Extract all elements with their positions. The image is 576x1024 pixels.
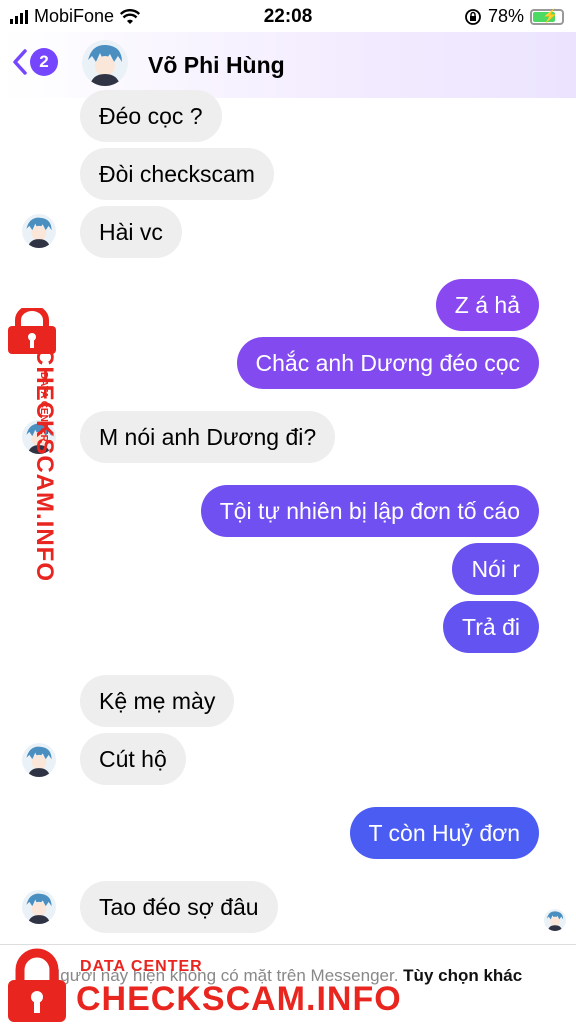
message-incoming[interactable]: Hài vc [80,206,182,258]
message-outgoing[interactable]: T còn Huỷ đơn [349,807,539,859]
battery-icon: ⚡ [530,8,564,25]
contact-name[interactable]: Võ Phi Hùng [148,52,285,79]
conversation-header: 2 Võ Phi Hùng [0,32,576,98]
footer-divider [0,944,576,945]
sender-avatar[interactable] [22,743,56,777]
sender-avatar[interactable] [22,214,56,248]
watermark-bottom: DATA CENTER CHECKSCAM.INFO [6,946,401,1024]
unread-badge: 2 [30,48,58,76]
back-button[interactable]: 2 [12,48,58,76]
watermark-brand: CHECKSCAM.INFO [76,980,402,1018]
watermark-caption: DATA CENTER [80,958,203,975]
message-incoming[interactable]: M nói anh Dương đi? [80,411,336,463]
contact-avatar[interactable] [82,40,128,86]
status-bar: MobiFone 22:08 78% ⚡ [0,0,576,32]
watermark-side: CHECKSCAM.INFO DATA CENTER [0,308,64,588]
more-options-link[interactable]: Tùy chọn khác [403,966,522,985]
message-incoming[interactable]: Đòi checkscam [80,148,274,200]
rotation-lock-icon [465,8,481,25]
message-incoming[interactable]: Tao đéo sợ đâu [80,881,278,933]
message-outgoing[interactable]: Tội tự nhiên bị lập đơn tố cáo [200,485,539,537]
message-outgoing[interactable]: Nói r [452,543,539,595]
message-incoming[interactable]: Kệ mẹ mày [80,675,235,727]
status-right: 78% ⚡ [464,6,564,27]
seen-receipt-avatar [544,909,566,931]
battery-percent: 78% [487,6,524,26]
watermark-caption: DATA CENTER [38,372,49,442]
message-outgoing[interactable]: Chắc anh Dương đéo cọc [236,337,539,389]
message-incoming[interactable]: Đéo cọc ? [80,90,222,142]
sender-avatar[interactable] [22,890,56,924]
message-outgoing[interactable]: Z á hả [435,279,539,331]
padlock-icon [8,948,66,1022]
chevron-left-icon [13,49,27,75]
message-incoming[interactable]: Cút hộ [80,733,186,785]
message-outgoing[interactable]: Trả đi [443,601,539,653]
